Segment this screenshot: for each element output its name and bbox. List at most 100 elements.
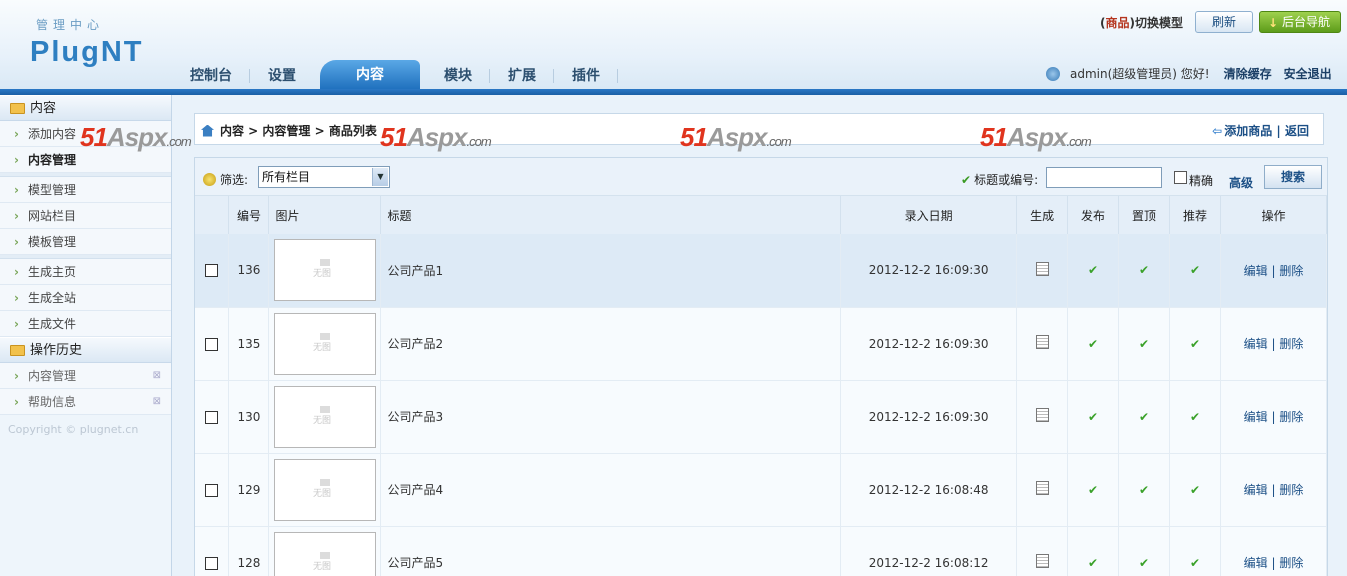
search-button[interactable]: 搜索 — [1264, 165, 1322, 189]
check-icon[interactable]: ✔ — [1190, 410, 1200, 424]
sidebar-section-content[interactable]: 内容 — [0, 95, 171, 121]
check-icon[interactable]: ✔ — [1190, 263, 1200, 277]
check-icon[interactable]: ✔ — [1139, 556, 1149, 570]
row-checkbox[interactable] — [205, 556, 219, 570]
sidebar-item-template-manage[interactable]: 模板管理 — [0, 229, 171, 255]
home-icon[interactable] — [201, 124, 214, 137]
generate-page-icon[interactable] — [1035, 481, 1049, 495]
tab-content[interactable]: 内容 — [320, 60, 420, 90]
delete-link[interactable]: 删除 — [1279, 337, 1303, 351]
sidebar-item-generate-files[interactable]: 生成文件 — [0, 311, 171, 337]
edit-link[interactable]: 编辑 — [1244, 556, 1268, 570]
check-icon[interactable]: ✔ — [1088, 483, 1098, 497]
row-select-cell — [195, 526, 230, 576]
delete-link[interactable]: 删除 — [1279, 483, 1303, 497]
row-generate-cell — [1016, 307, 1069, 381]
product-thumbnail[interactable]: 无图 — [273, 239, 376, 302]
no-image-label: 无图 — [312, 561, 331, 572]
row-select-cell — [195, 453, 230, 527]
check-icon[interactable]: ✔ — [1190, 483, 1200, 497]
check-icon[interactable]: ✔ — [1088, 263, 1098, 277]
row-id: 128 — [228, 526, 270, 576]
watermark: 51Aspx.com — [80, 122, 192, 152]
generate-page-icon[interactable] — [1035, 335, 1049, 349]
logo[interactable]: PlugNT — [30, 36, 144, 69]
row-ops-cell: 编辑 | 删除 — [1220, 453, 1328, 527]
main-nav: 控制台 设置 内容 模块 扩展 插件 — [172, 60, 618, 90]
sidebar-item-generate-home[interactable]: 生成主页 — [0, 259, 171, 285]
row-checkbox[interactable] — [205, 264, 219, 278]
tab-modules[interactable]: 模块 — [426, 62, 490, 90]
refresh-button[interactable]: 刷新 — [1195, 11, 1253, 33]
row-title[interactable]: 公司产品5 — [380, 526, 842, 576]
check-icon[interactable]: ✔ — [1139, 263, 1149, 277]
row-recommend-cell: ✔ — [1169, 307, 1221, 381]
close-icon[interactable]: ⊠ — [153, 363, 161, 389]
row-select-cell — [195, 307, 230, 381]
row-checkbox[interactable] — [205, 410, 219, 424]
edit-link[interactable]: 编辑 — [1244, 264, 1268, 278]
check-icon: ✔ — [961, 173, 972, 187]
logout-link[interactable]: 安全退出 — [1284, 65, 1332, 82]
delete-link[interactable]: 删除 — [1279, 556, 1303, 570]
sidebar-item-generate-site[interactable]: 生成全站 — [0, 285, 171, 311]
switch-model-link[interactable]: (商品)切换模型 — [1100, 14, 1183, 31]
row-title[interactable]: 公司产品1 — [380, 234, 842, 308]
row-title[interactable]: 公司产品3 — [380, 380, 842, 454]
sidebar-section-history[interactable]: 操作历史 — [0, 337, 171, 363]
tab-extensions[interactable]: 扩展 — [490, 62, 554, 90]
sidebar-item-model-manage[interactable]: 模型管理 — [0, 177, 171, 203]
generate-page-icon[interactable] — [1035, 554, 1049, 568]
tab-plugins[interactable]: 插件 — [554, 62, 618, 90]
watermark: 51Aspx.com — [680, 122, 792, 152]
user-greeting: admin(超级管理员) 您好! — [1070, 67, 1210, 81]
check-icon[interactable]: ✔ — [1139, 337, 1149, 351]
clear-cache-link[interactable]: 清除缓存 — [1224, 65, 1272, 82]
row-checkbox[interactable] — [205, 483, 219, 497]
product-thumbnail[interactable]: 无图 — [273, 312, 376, 375]
edit-link[interactable]: 编辑 — [1244, 483, 1268, 497]
add-product-link[interactable]: 添加商品 — [1224, 124, 1272, 138]
sidebar-item-site-columns[interactable]: 网站栏目 — [0, 203, 171, 229]
table-row: 128 无图 公司产品5 2012-12-2 16:08:12 ✔ ✔ ✔ 编辑… — [195, 526, 1328, 576]
edit-link[interactable]: 编辑 — [1244, 337, 1268, 351]
edit-link[interactable]: 编辑 — [1244, 410, 1268, 424]
check-icon[interactable]: ✔ — [1139, 483, 1149, 497]
row-generate-cell — [1016, 234, 1069, 308]
row-title[interactable]: 公司产品4 — [380, 453, 842, 527]
generate-page-icon[interactable] — [1035, 408, 1049, 422]
product-thumbnail[interactable]: 无图 — [273, 458, 376, 521]
row-checkbox[interactable] — [205, 337, 219, 351]
close-icon[interactable]: ⊠ — [153, 389, 161, 415]
delete-link[interactable]: 删除 — [1279, 264, 1303, 278]
tab-console[interactable]: 控制台 — [172, 62, 250, 90]
advanced-search-link[interactable]: 高级 — [1229, 174, 1253, 191]
sidebar: 内容 添加内容 内容管理 模型管理 网站栏目 模板管理 生成主页 生成全站 生成… — [0, 95, 172, 576]
product-thumbnail[interactable]: 无图 — [273, 385, 376, 448]
admin-nav-button[interactable]: ↓ 后台导航 — [1259, 11, 1341, 33]
check-icon[interactable]: ✔ — [1139, 410, 1149, 424]
filter-icon — [203, 173, 216, 186]
history-item-content-manage[interactable]: 内容管理 ⊠ — [0, 363, 171, 389]
check-icon[interactable]: ✔ — [1190, 556, 1200, 570]
chevron-down-icon[interactable]: ▼ — [372, 168, 388, 186]
delete-link[interactable]: 删除 — [1279, 410, 1303, 424]
history-item-help[interactable]: 帮助信息 ⊠ — [0, 389, 171, 415]
check-icon[interactable]: ✔ — [1088, 337, 1098, 351]
product-table: 编号 图片 标题 录入日期 生成 发布 置顶 推荐 操作 136 无图 公司产品… — [195, 196, 1328, 576]
row-title[interactable]: 公司产品2 — [380, 307, 842, 381]
exact-match-checkbox[interactable] — [1174, 171, 1187, 184]
row-publish-cell: ✔ — [1067, 307, 1120, 381]
check-icon[interactable]: ✔ — [1088, 410, 1098, 424]
generate-page-icon[interactable] — [1035, 261, 1049, 276]
row-date: 2012-12-2 16:08:12 — [840, 526, 1018, 576]
column-select[interactable]: 所有栏目 ▼ — [258, 166, 390, 188]
check-icon[interactable]: ✔ — [1088, 556, 1098, 570]
tab-settings[interactable]: 设置 — [250, 62, 314, 90]
switch-model-label: )切换模型 — [1129, 16, 1184, 30]
back-link[interactable]: 返回 — [1285, 124, 1309, 138]
check-icon[interactable]: ✔ — [1190, 337, 1200, 351]
watermark: 51Aspx.com — [980, 122, 1092, 152]
product-thumbnail[interactable]: 无图 — [273, 531, 376, 576]
search-input[interactable] — [1046, 167, 1162, 188]
